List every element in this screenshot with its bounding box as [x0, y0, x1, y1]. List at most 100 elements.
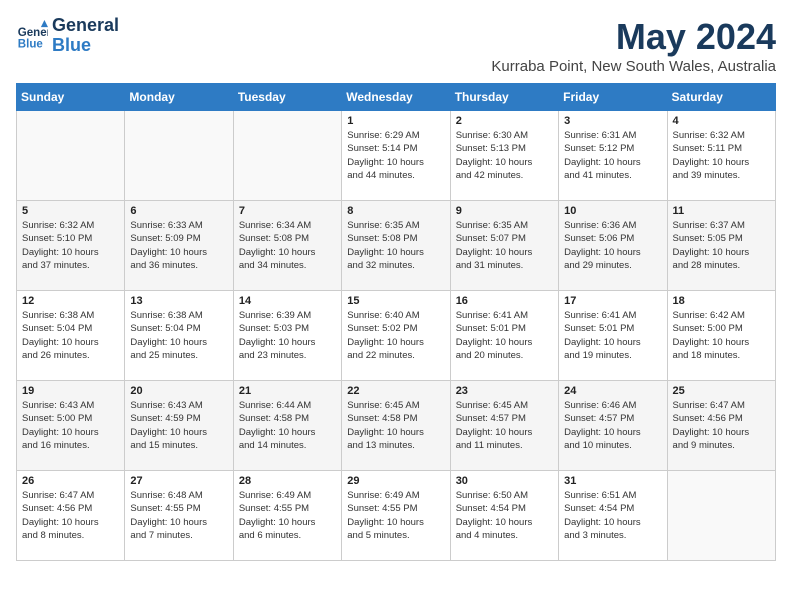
title-block: May 2024 Kurraba Point, New South Wales,…: [491, 16, 776, 75]
day-number: 23: [456, 385, 553, 397]
day-info: Sunrise: 6:45 AMSunset: 4:57 PMDaylight:…: [456, 399, 553, 452]
day-number: 16: [456, 295, 553, 307]
week-row-2: 5 Sunrise: 6:32 AMSunset: 5:10 PMDaylight…: [17, 201, 776, 291]
day-info: Sunrise: 6:29 AMSunset: 5:14 PMDaylight:…: [347, 129, 444, 182]
calendar-cell: 14Sunrise: 6:39 AMSunset: 5:03 PMDayligh…: [233, 291, 341, 381]
logo-text-blue: Blue: [52, 36, 119, 56]
day-number: 17: [564, 295, 661, 307]
day-info: Sunrise: 6:41 AMSunset: 5:01 PMDaylight:…: [564, 309, 661, 362]
day-number: 19: [22, 385, 119, 397]
logo: General Blue General Blue: [16, 16, 119, 56]
day-number: 25: [673, 385, 770, 397]
calendar-cell: 12 Sunrise: 6:38 AMSunset: 5:04 PMDayligh…: [17, 291, 125, 381]
calendar-cell: 24Sunrise: 6:46 AMSunset: 4:57 PMDayligh…: [559, 381, 667, 471]
col-header-saturday: Saturday: [667, 84, 775, 111]
calendar-cell: 17 Sunrise: 6:41 AMSunset: 5:01 PMDayligh…: [559, 291, 667, 381]
calendar-cell: 4 Sunrise: 6:32 AMSunset: 5:11 PMDaylight…: [667, 111, 775, 201]
day-info: Sunrise: 6:34 AMSunset: 5:08 PMDaylight:…: [239, 219, 336, 272]
logo-text-general: General: [52, 16, 119, 36]
day-info: Sunrise: 6:38 AMSunset: 5:04 PMDaylight:…: [22, 309, 119, 362]
day-number: 21: [239, 385, 336, 397]
svg-text:General: General: [18, 27, 48, 39]
calendar-cell: 26 Sunrise: 6:47 AMSunset: 4:56 PMDayligh…: [17, 471, 125, 561]
col-header-monday: Monday: [125, 84, 233, 111]
calendar-cell: 5 Sunrise: 6:32 AMSunset: 5:10 PMDaylight…: [17, 201, 125, 291]
day-number: 8: [347, 205, 444, 217]
calendar-cell: [125, 111, 233, 201]
location-title: Kurraba Point, New South Wales, Australi…: [491, 58, 776, 75]
day-number: 26: [22, 475, 119, 487]
day-info: Sunrise: 6:51 AMSunset: 4:54 PMDaylight:…: [564, 489, 661, 542]
day-number: 20: [130, 385, 227, 397]
calendar-cell: 27 Sunrise: 6:48 AMSunset: 4:55 PMDayligh…: [125, 471, 233, 561]
day-info: Sunrise: 6:43 AMSunset: 4:59 PMDaylight:…: [130, 399, 227, 452]
day-number: 4: [673, 115, 770, 127]
day-info: Sunrise: 6:32 AMSunset: 5:10 PMDaylight:…: [22, 219, 119, 272]
calendar-cell: 15Sunrise: 6:40 AMSunset: 5:02 PMDayligh…: [342, 291, 450, 381]
calendar-cell: 19 Sunrise: 6:43 AMSunset: 5:00 PMDayligh…: [17, 381, 125, 471]
day-number: 27: [130, 475, 227, 487]
day-info: Sunrise: 6:48 AMSunset: 4:55 PMDaylight:…: [130, 489, 227, 542]
day-number: 10: [564, 205, 661, 217]
calendar-cell: 22 Sunrise: 6:45 AMSunset: 4:58 PMDayligh…: [342, 381, 450, 471]
day-number: 7: [239, 205, 336, 217]
day-info: Sunrise: 6:35 AMSunset: 5:07 PMDaylight:…: [456, 219, 553, 272]
day-number: 14: [239, 295, 336, 307]
week-row-3: 12 Sunrise: 6:38 AMSunset: 5:04 PMDayligh…: [17, 291, 776, 381]
day-number: 2: [456, 115, 553, 127]
day-number: 18: [673, 295, 770, 307]
day-info: Sunrise: 6:33 AMSunset: 5:09 PMDaylight:…: [130, 219, 227, 272]
day-number: 12: [22, 295, 119, 307]
calendar-cell: 3 Sunrise: 6:31 AMSunset: 5:12 PMDaylight…: [559, 111, 667, 201]
calendar-cell: 29Sunrise: 6:49 AMSunset: 4:55 PMDayligh…: [342, 471, 450, 561]
day-number: 22: [347, 385, 444, 397]
calendar-cell: 11 Sunrise: 6:37 AMSunset: 5:05 PMDayligh…: [667, 201, 775, 291]
calendar-cell: 13 Sunrise: 6:38 AMSunset: 5:04 PMDayligh…: [125, 291, 233, 381]
day-info: Sunrise: 6:45 AMSunset: 4:58 PMDaylight:…: [347, 399, 444, 452]
calendar-cell: 25 Sunrise: 6:47 AMSunset: 4:56 PMDayligh…: [667, 381, 775, 471]
calendar-cell: 2Sunrise: 6:30 AMSunset: 5:13 PMDaylight…: [450, 111, 558, 201]
calendar-cell: [17, 111, 125, 201]
day-info: Sunrise: 6:35 AMSunset: 5:08 PMDaylight:…: [347, 219, 444, 272]
col-header-friday: Friday: [559, 84, 667, 111]
calendar-cell: [233, 111, 341, 201]
day-info: Sunrise: 6:47 AMSunset: 4:56 PMDaylight:…: [22, 489, 119, 542]
week-row-5: 26 Sunrise: 6:47 AMSunset: 4:56 PMDayligh…: [17, 471, 776, 561]
month-title: May 2024: [491, 16, 776, 58]
day-info: Sunrise: 6:37 AMSunset: 5:05 PMDaylight:…: [673, 219, 770, 272]
day-number: 6: [130, 205, 227, 217]
calendar-cell: 23 Sunrise: 6:45 AMSunset: 4:57 PMDayligh…: [450, 381, 558, 471]
day-info: Sunrise: 6:43 AMSunset: 5:00 PMDaylight:…: [22, 399, 119, 452]
day-number: 1: [347, 115, 444, 127]
svg-text:Blue: Blue: [18, 38, 44, 50]
day-info: Sunrise: 6:49 AMSunset: 4:55 PMDaylight:…: [347, 489, 444, 542]
col-header-sunday: Sunday: [17, 84, 125, 111]
day-number: 28: [239, 475, 336, 487]
week-row-1: 1 Sunrise: 6:29 AMSunset: 5:14 PMDaylight…: [17, 111, 776, 201]
calendar-cell: 28 Sunrise: 6:49 AMSunset: 4:55 PMDayligh…: [233, 471, 341, 561]
day-info: Sunrise: 6:47 AMSunset: 4:56 PMDaylight:…: [673, 399, 770, 452]
calendar-cell: 10 Sunrise: 6:36 AMSunset: 5:06 PMDayligh…: [559, 201, 667, 291]
day-info: Sunrise: 6:31 AMSunset: 5:12 PMDaylight:…: [564, 129, 661, 182]
day-info: Sunrise: 6:36 AMSunset: 5:06 PMDaylight:…: [564, 219, 661, 272]
day-number: 13: [130, 295, 227, 307]
day-number: 5: [22, 205, 119, 217]
day-number: 11: [673, 205, 770, 217]
page-header: General Blue General Blue May 2024 Kurra…: [16, 16, 776, 75]
day-info: Sunrise: 6:32 AMSunset: 5:11 PMDaylight:…: [673, 129, 770, 182]
calendar-cell: 7 Sunrise: 6:34 AMSunset: 5:08 PMDaylight…: [233, 201, 341, 291]
calendar-table: SundayMondayTuesdayWednesdayThursdayFrid…: [16, 83, 776, 561]
day-number: 30: [456, 475, 553, 487]
day-info: Sunrise: 6:49 AMSunset: 4:55 PMDaylight:…: [239, 489, 336, 542]
col-header-wednesday: Wednesday: [342, 84, 450, 111]
day-number: 3: [564, 115, 661, 127]
calendar-cell: 9Sunrise: 6:35 AMSunset: 5:07 PMDaylight…: [450, 201, 558, 291]
calendar-cell: 1 Sunrise: 6:29 AMSunset: 5:14 PMDaylight…: [342, 111, 450, 201]
calendar-cell: [667, 471, 775, 561]
calendar-cell: 20 Sunrise: 6:43 AMSunset: 4:59 PMDayligh…: [125, 381, 233, 471]
day-info: Sunrise: 6:46 AMSunset: 4:57 PMDaylight:…: [564, 399, 661, 452]
calendar-cell: 16Sunrise: 6:41 AMSunset: 5:01 PMDayligh…: [450, 291, 558, 381]
calendar-cell: 8 Sunrise: 6:35 AMSunset: 5:08 PMDaylight…: [342, 201, 450, 291]
day-info: Sunrise: 6:38 AMSunset: 5:04 PMDaylight:…: [130, 309, 227, 362]
day-info: Sunrise: 6:42 AMSunset: 5:00 PMDaylight:…: [673, 309, 770, 362]
